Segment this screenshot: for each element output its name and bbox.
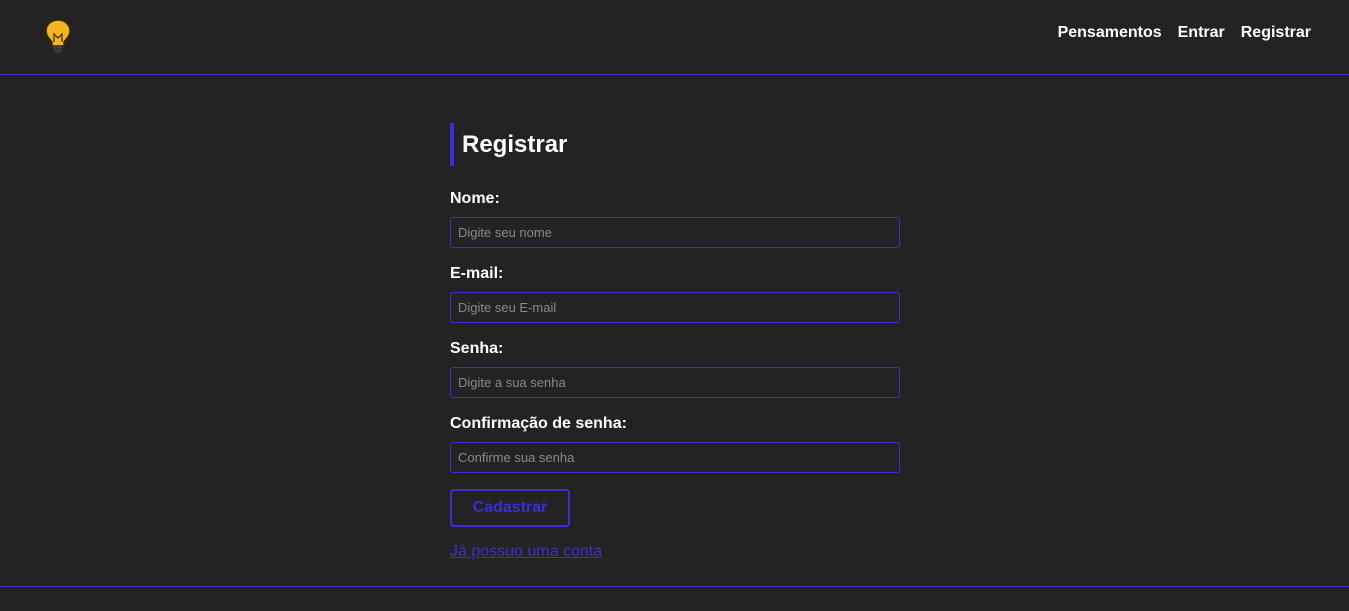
nav-links: Pensamentos Entrar Registrar bbox=[1058, 24, 1311, 42]
lightbulb-icon[interactable] bbox=[40, 16, 76, 56]
confirm-password-label: Confirmação de senha: bbox=[450, 415, 627, 432]
password-label: Senha: bbox=[450, 340, 504, 357]
name-label: Nome: bbox=[450, 190, 500, 207]
nav-link-pensamentos[interactable]: Pensamentos bbox=[1058, 24, 1162, 42]
login-link[interactable]: Já possuo uma conta bbox=[450, 543, 900, 561]
password-field-group: Senha: bbox=[450, 340, 900, 398]
name-field-group: Nome: bbox=[450, 190, 900, 248]
navbar: Pensamentos Entrar Registrar bbox=[0, 0, 1349, 75]
nav-link-entrar[interactable]: Entrar bbox=[1178, 24, 1225, 42]
nav-link-registrar[interactable]: Registrar bbox=[1241, 24, 1311, 42]
page-title: Registrar bbox=[450, 123, 900, 166]
email-input[interactable] bbox=[450, 292, 900, 323]
confirm-password-input[interactable] bbox=[450, 442, 900, 473]
submit-button[interactable]: Cadastrar bbox=[450, 489, 570, 527]
confirm-password-field-group: Confirmação de senha: bbox=[450, 415, 900, 473]
email-label: E-mail: bbox=[450, 265, 504, 282]
footer-divider bbox=[0, 586, 1349, 587]
name-input[interactable] bbox=[450, 217, 900, 248]
password-input[interactable] bbox=[450, 367, 900, 398]
register-form: Registrar Nome: E-mail: Senha: Confirmaç… bbox=[450, 123, 900, 561]
email-field-group: E-mail: bbox=[450, 265, 900, 323]
